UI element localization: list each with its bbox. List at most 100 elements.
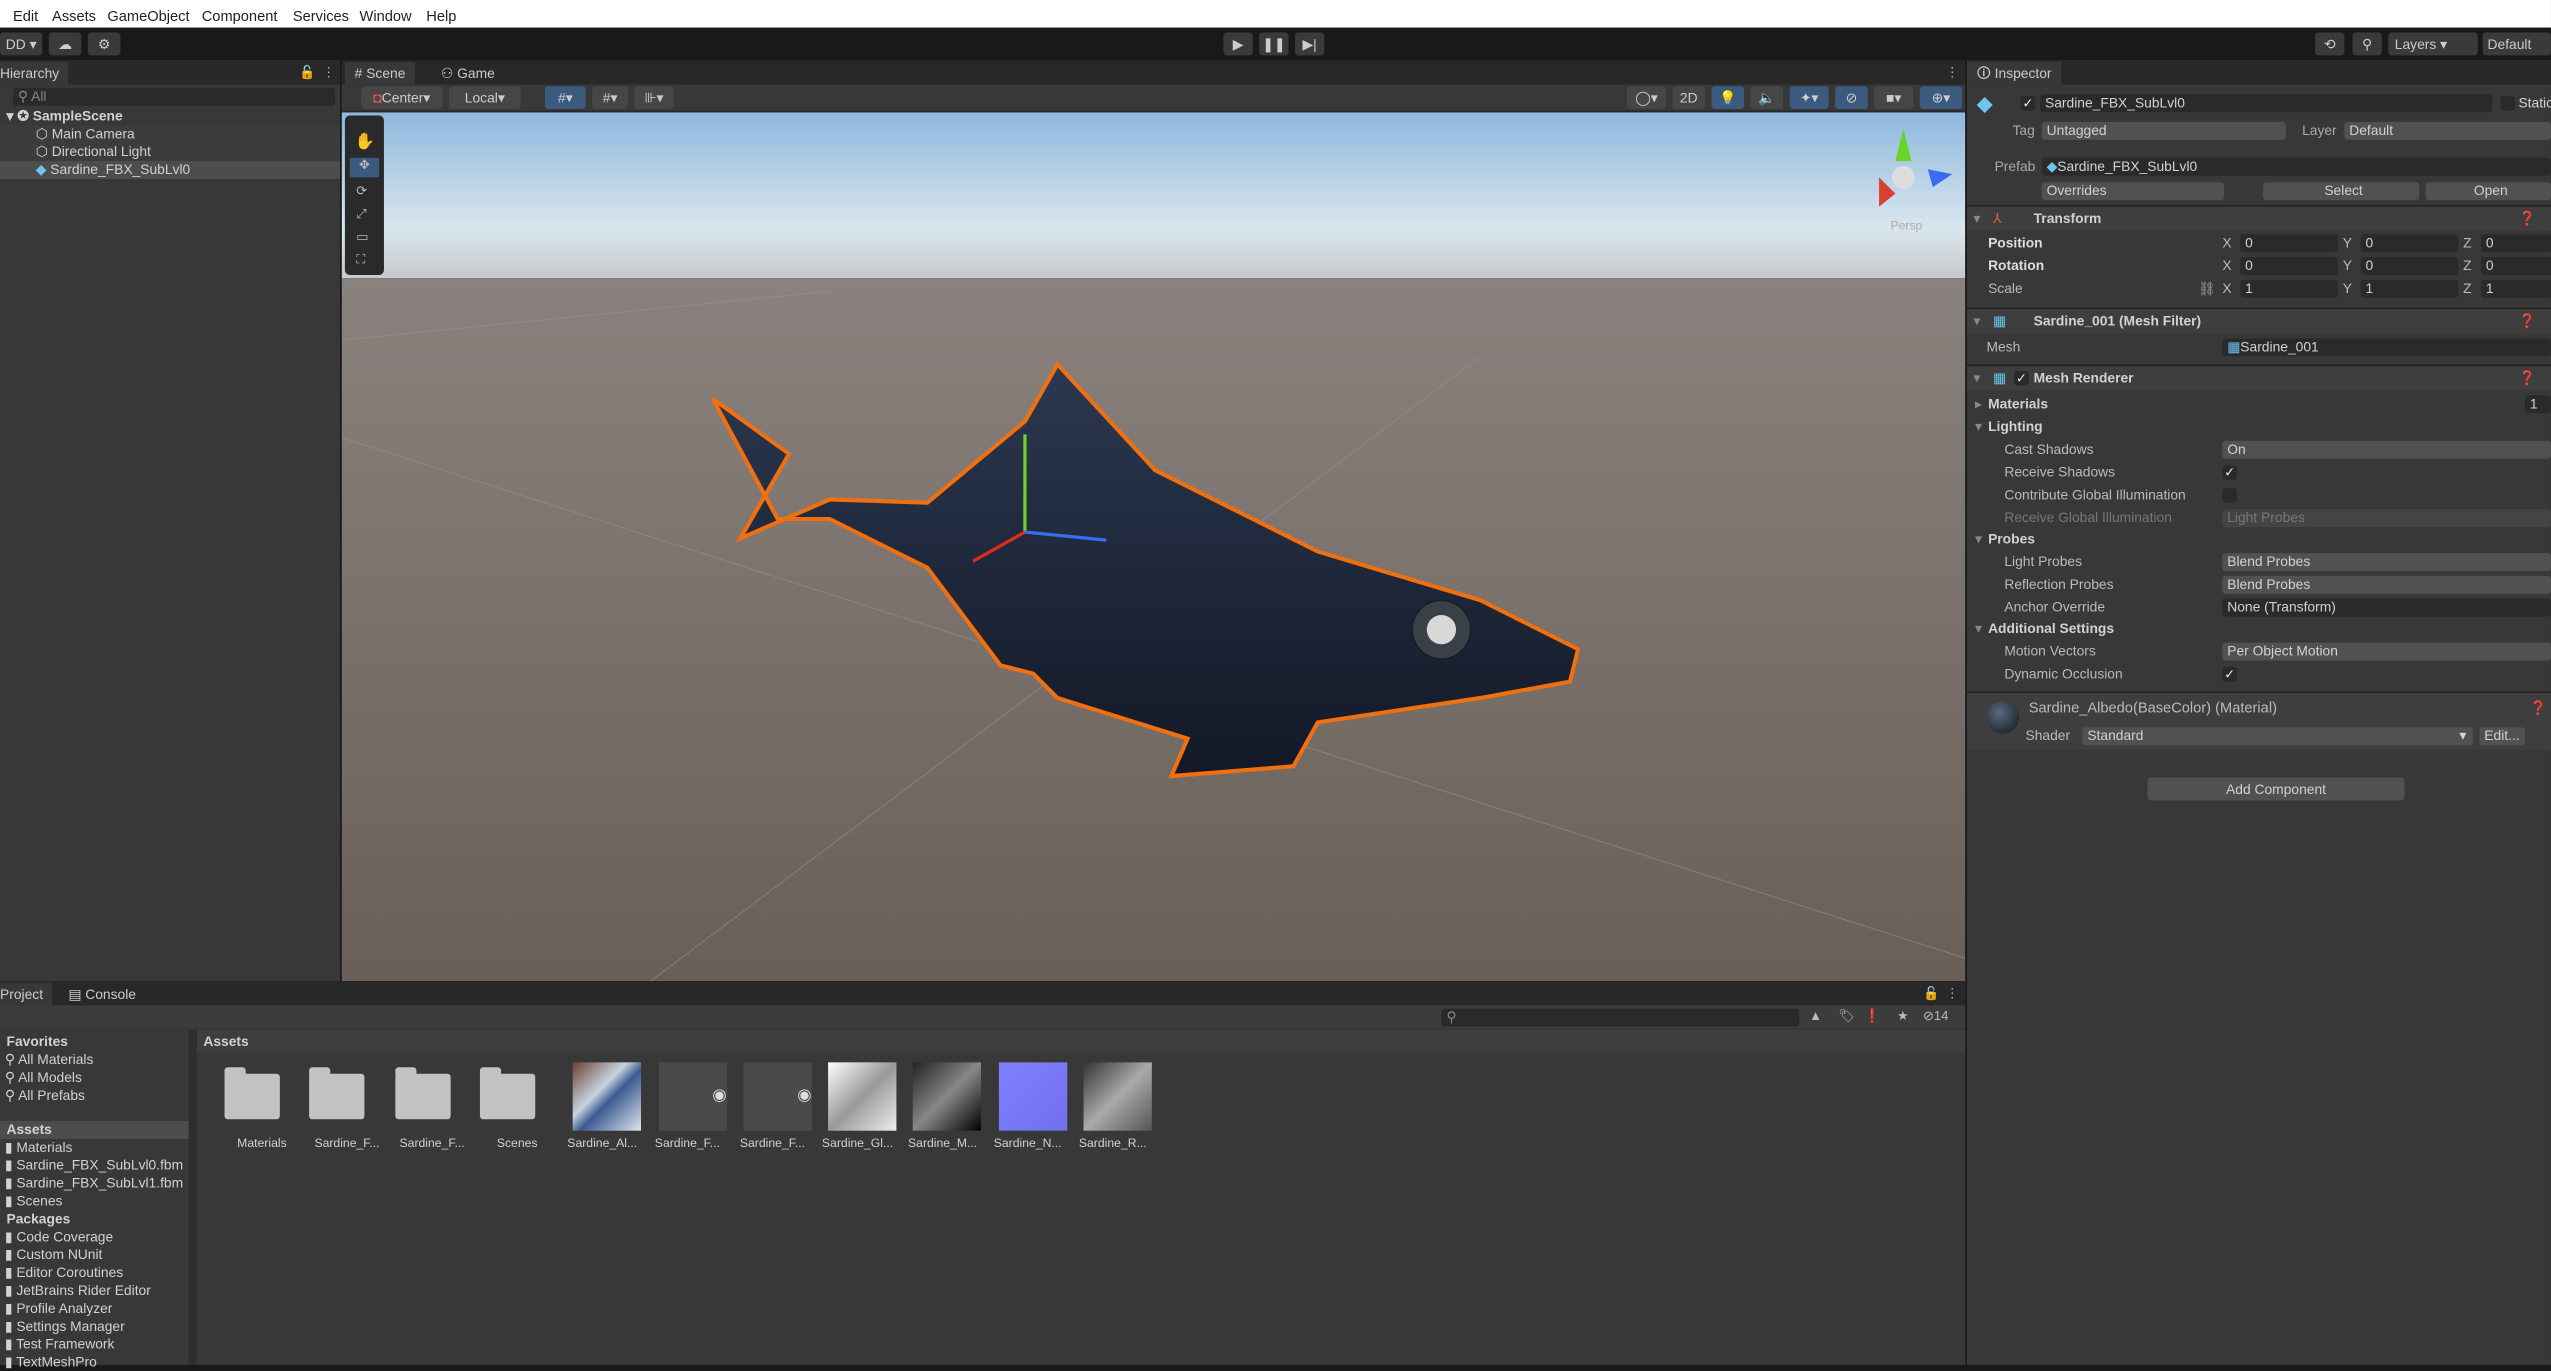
- asset-label[interactable]: Sardine_Gl...: [815, 1136, 900, 1151]
- shader-dropdown[interactable]: Standard ▾: [2082, 727, 2473, 746]
- scale-z-input[interactable]: 1: [2481, 279, 2551, 298]
- reflection_probes-dropdown[interactable]: Blend Probes: [2222, 575, 2551, 594]
- folder-item[interactable]: ▮ Sardine_FBX_SubLvl0.fbm: [0, 1157, 189, 1175]
- move-tool-icon[interactable]: ✥: [349, 157, 380, 178]
- texture-thumbnail[interactable]: [572, 1062, 642, 1131]
- asset-label[interactable]: Sardine_F...: [730, 1136, 815, 1151]
- tab-inspector[interactable]: 🛈 Inspector: [1966, 61, 2062, 85]
- mesh-renderer-header[interactable]: ▾ ▦ ✓ Mesh Renderer ❓: [1966, 364, 2551, 391]
- asset-label[interactable]: Sardine_M...: [900, 1136, 985, 1151]
- model-thumbnail[interactable]: ◉: [658, 1062, 727, 1131]
- favorite-item[interactable]: ⚲ All Prefabs: [0, 1087, 189, 1105]
- anchor-field[interactable]: None (Transform): [2222, 598, 2551, 617]
- layout-dropdown[interactable]: Default: [2482, 32, 2551, 56]
- mesh-renderer-enabled-checkbox[interactable]: ✓: [2014, 370, 2029, 386]
- scene-render[interactable]: [341, 112, 1966, 982]
- hidden-objects-toggle[interactable]: ⊘: [1835, 86, 1868, 110]
- pause-button[interactable]: ❚❚: [1259, 32, 1289, 56]
- folder-icon[interactable]: [309, 1067, 365, 1120]
- audio-toggle[interactable]: 🔈: [1750, 86, 1784, 110]
- tab-hierarchy[interactable]: Hierarchy: [0, 61, 69, 85]
- menu-component[interactable]: Component: [202, 8, 278, 24]
- gizmos-dropdown[interactable]: ⊕▾: [1919, 86, 1963, 110]
- texture-thumbnail[interactable]: [1083, 1062, 1152, 1131]
- help-icon[interactable]: ❓: [2530, 700, 2547, 718]
- rotation-z-input[interactable]: 0: [2481, 257, 2551, 275]
- texture-thumbnail[interactable]: [913, 1062, 982, 1131]
- lighting-foldout[interactable]: Lighting: [1988, 418, 2043, 436]
- effects-dropdown[interactable]: ✦▾: [1789, 86, 1829, 110]
- prefab-field[interactable]: ◆Sardine_FBX_SubLvl0: [2041, 157, 2551, 176]
- light_probes-dropdown[interactable]: Blend Probes: [2222, 553, 2551, 572]
- constrain-proportions-icon[interactable]: ⛓: [2198, 280, 2216, 298]
- receive_shadows-checkbox[interactable]: ✓: [2222, 465, 2237, 480]
- tab-game[interactable]: ⚇ Game: [431, 62, 504, 85]
- menu-gameobject[interactable]: GameObject: [107, 8, 189, 24]
- project-search-input[interactable]: ⚲: [1441, 1008, 1800, 1027]
- filter-type-icon[interactable]: ▲: [1809, 1009, 1822, 1025]
- asset-label[interactable]: Sardine_F...: [645, 1136, 730, 1151]
- pivot-dropdown[interactable]: ◘Center▾: [361, 86, 443, 110]
- mesh-field[interactable]: ▦Sardine_001: [2222, 338, 2551, 357]
- position-x-input[interactable]: 0: [2240, 234, 2338, 253]
- grid-snap-button[interactable]: #▾: [545, 86, 586, 110]
- materials-foldout[interactable]: Materials: [1988, 395, 2048, 413]
- tab-scene[interactable]: # Scene: [344, 61, 416, 85]
- more-icon[interactable]: ⋮: [322, 65, 335, 81]
- favorite-item[interactable]: ⚲ All Models: [0, 1069, 189, 1087]
- help-icon[interactable]: ❓: [2518, 369, 2535, 387]
- camera-dropdown[interactable]: ■▾: [1874, 86, 1914, 110]
- transform-tool-icon[interactable]: ⛶: [356, 252, 365, 268]
- add-component-button[interactable]: Add Component: [2147, 777, 2405, 801]
- package-item[interactable]: ▮ Code Coverage: [0, 1228, 189, 1246]
- package-item[interactable]: ▮ JetBrains Rider Editor: [0, 1282, 189, 1300]
- favorites-header[interactable]: Favorites: [0, 1033, 189, 1051]
- history-icon[interactable]: ⟲: [2315, 32, 2345, 56]
- help-icon[interactable]: ❓: [2518, 210, 2535, 228]
- static-checkbox[interactable]: [2500, 95, 2516, 111]
- edit-shader-button[interactable]: Edit...: [2479, 727, 2525, 746]
- tag-dropdown[interactable]: Untagged: [2041, 122, 2286, 140]
- tree-scrollbar[interactable]: [188, 1029, 197, 1365]
- package-item[interactable]: ▮ Profile Analyzer: [0, 1300, 189, 1318]
- search-icon[interactable]: ⚲: [2352, 32, 2382, 56]
- additional-foldout[interactable]: Additional Settings: [1988, 620, 2114, 638]
- cloud-icon[interactable]: ☁: [48, 32, 82, 56]
- layers-dropdown[interactable]: Layers ▾: [2388, 32, 2478, 56]
- warning-icon[interactable]: ❗: [1864, 1009, 1880, 1025]
- favorite-icon[interactable]: ★: [1897, 1009, 1909, 1025]
- foldout-arrow-icon[interactable]: ▾: [1975, 530, 1982, 548]
- tab-console[interactable]: ▤ Console: [59, 983, 146, 1006]
- favorite-item[interactable]: ⚲ All Materials: [0, 1051, 189, 1069]
- menu-window[interactable]: Window: [360, 8, 412, 24]
- lighting-toggle[interactable]: 💡: [1711, 86, 1745, 110]
- menu-edit[interactable]: Edit: [13, 8, 38, 24]
- hand-tool-icon[interactable]: ✋: [355, 134, 375, 151]
- more-icon[interactable]: ⋮: [1946, 986, 1959, 1002]
- folder-item[interactable]: ▮ Materials: [0, 1139, 189, 1157]
- texture-thumbnail[interactable]: [828, 1062, 897, 1131]
- play-button[interactable]: ▶: [1223, 32, 1253, 56]
- menu-assets[interactable]: Assets: [52, 8, 96, 24]
- asset-label[interactable]: Sardine_Al...: [560, 1136, 645, 1151]
- package-item[interactable]: ▮ TextMeshPro: [0, 1354, 189, 1371]
- hierarchy-item[interactable]: ⬡ Main Camera: [0, 125, 341, 144]
- foldout-arrow-icon[interactable]: ▾: [1975, 620, 1982, 638]
- hidden-packages-icon[interactable]: ⊘14: [1923, 1009, 1948, 1025]
- folder-item[interactable]: ▮ Scenes: [0, 1193, 189, 1211]
- rotate-tool-icon[interactable]: ⟳: [356, 184, 367, 200]
- folder-icon[interactable]: [224, 1067, 280, 1120]
- space-dropdown[interactable]: Local▾: [449, 86, 521, 110]
- more-icon[interactable]: ⋮: [1946, 65, 1959, 81]
- hierarchy-item-selected[interactable]: ◆ Sardine_FBX_SubLvl0: [0, 161, 341, 179]
- menu-services[interactable]: Services: [293, 8, 349, 24]
- texture-thumbnail[interactable]: [998, 1062, 1067, 1131]
- asset-label[interactable]: Sardine_F...: [305, 1136, 390, 1151]
- probes-foldout[interactable]: Probes: [1988, 530, 2035, 548]
- package-item[interactable]: ▮ Editor Coroutines: [0, 1264, 189, 1282]
- open-button[interactable]: Open: [2425, 182, 2551, 201]
- package-item[interactable]: ▮ Test Framework: [0, 1336, 189, 1354]
- materials-size-input[interactable]: 1: [2524, 395, 2551, 414]
- snap-increment-button[interactable]: #▾: [592, 86, 628, 110]
- position-z-input[interactable]: 0: [2481, 234, 2551, 253]
